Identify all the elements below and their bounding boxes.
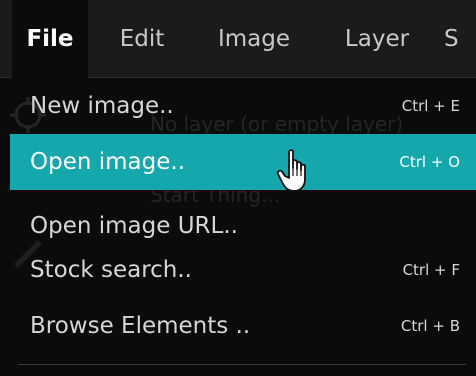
menu-item-label: Browse Elements .. — [30, 313, 251, 339]
menu-layer[interactable]: Layer — [326, 0, 428, 78]
menu-item-new-image[interactable]: New image.. Ctrl + E — [10, 78, 476, 134]
menu-file[interactable]: File — [12, 0, 88, 78]
file-dropdown-menu: New image.. Ctrl + E Open image.. Ctrl +… — [0, 78, 476, 376]
menu-truncated-item[interactable]: S — [444, 0, 476, 78]
menu-item-shortcut: Ctrl + O — [399, 153, 460, 171]
menu-item-shortcut: Ctrl + E — [401, 97, 460, 115]
menu-edit[interactable]: Edit — [104, 0, 180, 78]
menu-item-open-image[interactable]: Open image.. Ctrl + O — [10, 134, 476, 190]
app-window: No layer (or empty layer) Start Thing...… — [0, 0, 476, 376]
menu-item-shortcut: Ctrl + B — [400, 317, 460, 335]
menu-item-label: New image.. — [30, 93, 174, 119]
menu-item-label: Stock search.. — [30, 257, 192, 283]
menu-image[interactable]: Image — [196, 0, 312, 78]
menu-divider — [18, 364, 466, 365]
menu-item-browse-elements[interactable]: Browse Elements .. Ctrl + B — [10, 298, 476, 354]
menu-item-stock-search[interactable]: Stock search.. Ctrl + F — [10, 242, 476, 298]
menu-item-shortcut: Ctrl + F — [402, 261, 460, 279]
menu-bar: File Edit Image Layer S — [0, 0, 476, 78]
menu-item-label: Open image.. — [30, 149, 186, 175]
